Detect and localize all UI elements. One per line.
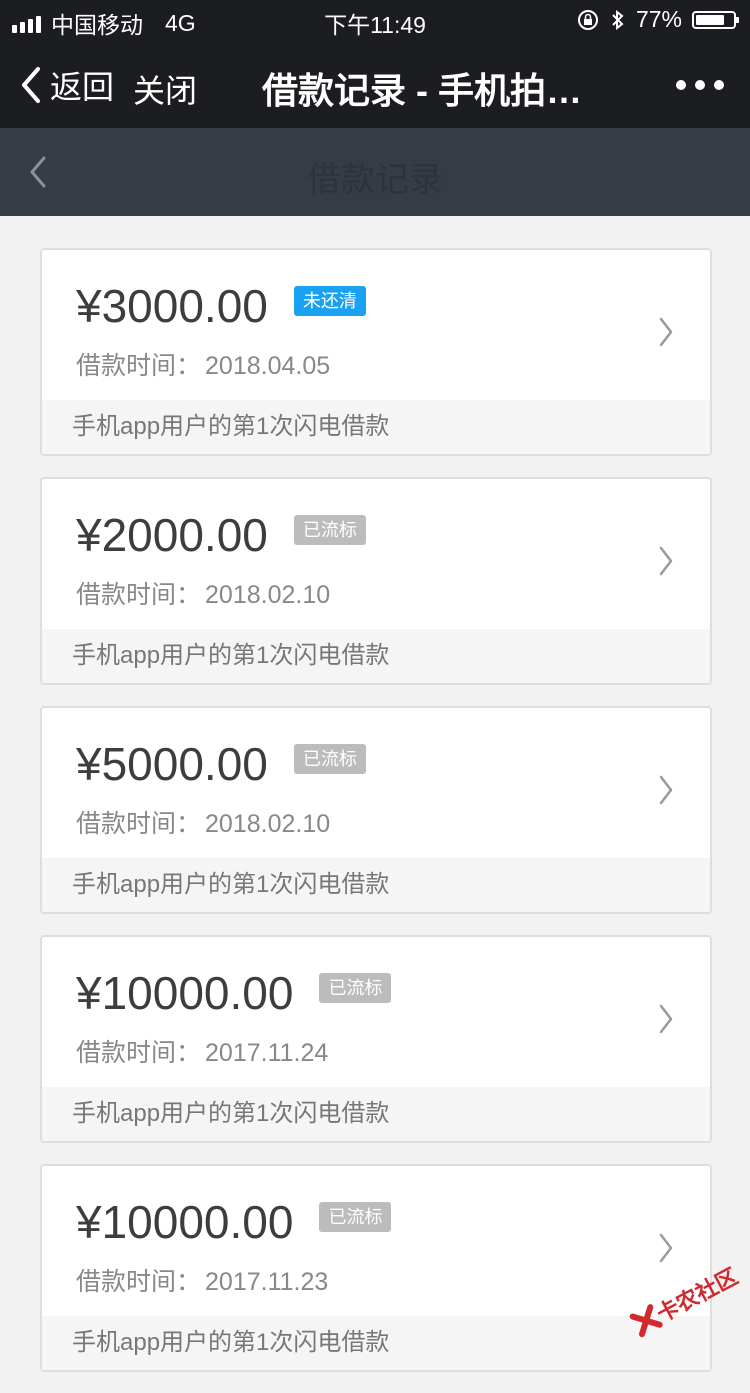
loan-amount: ¥10000.00 <box>76 967 294 1019</box>
more-menu-button[interactable] <box>676 80 724 90</box>
loan-record-card[interactable]: ¥5000.00 已流标 借款时间： 2018.02.10 手机app用户的第1次… <box>40 706 712 914</box>
loan-date: 2018.02.10 <box>205 810 331 838</box>
amount-row: ¥3000.00 未还清 <box>76 278 366 334</box>
loan-description: 手机app用户的第1次闪电借款 <box>42 629 710 683</box>
subheader: 借款记录 <box>0 128 750 216</box>
amount-row: ¥2000.00 已流标 <box>76 507 366 563</box>
more-dot-icon <box>714 80 724 90</box>
loan-record-card[interactable]: ¥10000.00 已流标 借款时间： 2017.11.23 手机app用户的第1… <box>40 1164 712 1372</box>
loan-amount: ¥3000.00 <box>76 280 268 332</box>
back-button[interactable]: 返回 <box>18 62 114 108</box>
loan-date-line: 借款时间： 2017.11.23 <box>76 1262 328 1298</box>
status-right: 77% <box>576 6 739 33</box>
top-nav-bar: 返回 关闭 借款记录 - 手机拍… <box>0 40 750 128</box>
loan-description: 手机app用户的第1次闪电借款 <box>42 1316 710 1370</box>
amount-row: ¥10000.00 已流标 <box>76 965 392 1021</box>
subheader-title: 借款记录 <box>307 161 443 199</box>
loan-description: 手机app用户的第1次闪电借款 <box>42 1087 710 1141</box>
chevron-right-icon <box>659 1004 673 1034</box>
loan-date-line: 借款时间： 2018.04.05 <box>76 346 330 382</box>
close-button[interactable]: 关闭 <box>133 66 197 112</box>
loan-date: 2018.02.10 <box>205 581 331 609</box>
loan-description: 手机app用户的第1次闪电借款 <box>42 858 710 912</box>
loan-date: 2018.04.05 <box>205 352 331 380</box>
loan-amount: ¥10000.00 <box>76 1196 294 1248</box>
loan-record-list: ¥3000.00 未还清 借款时间： 2018.04.05 手机app用户的第1次… <box>40 248 712 1393</box>
chevron-left-icon <box>22 67 40 103</box>
status-badge: 已流标 <box>319 973 392 1003</box>
loan-date-label: 借款时间： <box>76 1268 202 1296</box>
loan-date-line: 借款时间： 2018.02.10 <box>76 575 330 611</box>
status-badge: 已流标 <box>319 1202 392 1232</box>
battery-icon <box>692 10 739 29</box>
loan-date: 2017.11.23 <box>205 1268 329 1296</box>
chevron-right-icon <box>659 775 673 805</box>
loan-date: 2017.11.24 <box>205 1039 329 1067</box>
loan-description: 手机app用户的第1次闪电借款 <box>42 400 710 454</box>
rotation-lock-icon <box>577 9 598 30</box>
loan-record-card[interactable]: ¥10000.00 已流标 借款时间： 2017.11.24 手机app用户的第1… <box>40 935 712 1143</box>
loan-date-label: 借款时间： <box>76 810 202 838</box>
loan-date-label: 借款时间： <box>76 352 202 380</box>
loan-date-label: 借款时间： <box>76 1039 202 1067</box>
back-label: 返回 <box>50 69 115 105</box>
status-badge: 已流标 <box>293 744 366 774</box>
battery-fill <box>696 14 724 25</box>
status-badge: 已流标 <box>293 515 366 545</box>
battery-percent: 77% <box>635 6 682 32</box>
chevron-right-icon <box>659 1233 673 1263</box>
page-title: 借款记录 - 手机拍… <box>262 70 582 111</box>
status-bar: 中国移动 4G 下午11:49 77% <box>0 0 750 40</box>
loan-amount: ¥2000.00 <box>76 509 268 561</box>
chevron-right-icon <box>659 546 673 576</box>
more-dot-icon <box>695 80 705 90</box>
loan-date-line: 借款时间： 2018.02.10 <box>76 804 330 840</box>
amount-row: ¥5000.00 已流标 <box>76 736 366 792</box>
chevron-right-icon <box>659 317 673 347</box>
amount-row: ¥10000.00 已流标 <box>76 1194 392 1250</box>
loan-date-line: 借款时间： 2017.11.24 <box>76 1033 328 1069</box>
loan-record-card[interactable]: ¥2000.00 已流标 借款时间： 2018.02.10 手机app用户的第1次… <box>40 477 712 685</box>
more-dot-icon <box>676 80 686 90</box>
loan-date-label: 借款时间： <box>76 581 202 609</box>
loan-record-card[interactable]: ¥3000.00 未还清 借款时间： 2018.04.05 手机app用户的第1次… <box>40 248 712 456</box>
status-badge: 未还清 <box>293 286 366 316</box>
bluetooth-icon <box>612 9 624 30</box>
loan-amount: ¥5000.00 <box>76 738 268 790</box>
